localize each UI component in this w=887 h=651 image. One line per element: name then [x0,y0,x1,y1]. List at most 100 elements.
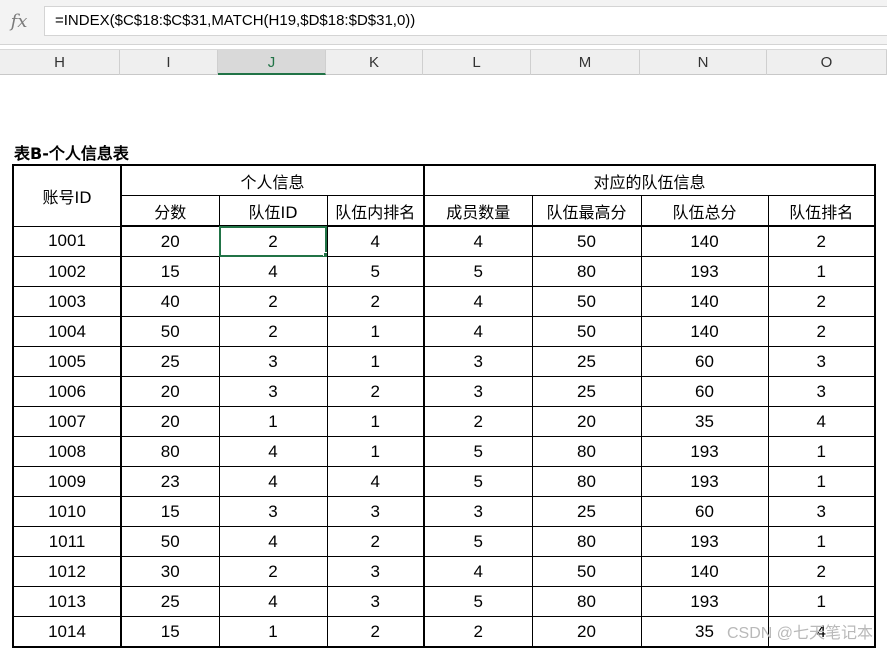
table-cell[interactable]: 1014 [12,616,122,648]
table-cell[interactable]: 4 [218,466,328,497]
table-cell[interactable]: 193 [640,526,769,557]
table-cell[interactable]: 20 [120,376,220,407]
table-cell[interactable]: 4 [218,526,328,557]
table-cell[interactable]: 1 [326,436,426,467]
table-cell[interactable]: 5 [423,526,533,557]
table-cell[interactable]: 1011 [12,526,122,557]
column-header-k[interactable]: K [326,50,423,75]
subheader-4[interactable]: 队伍最高分 [531,195,642,227]
table-cell[interactable]: 1007 [12,406,122,437]
subheader-2[interactable]: 队伍内排名 [326,195,426,227]
column-header-o[interactable]: O [767,50,887,75]
table-cell[interactable]: 50 [531,316,642,347]
table-cell[interactable]: 80 [531,256,642,287]
table-cell[interactable]: 1 [767,586,877,617]
table-cell[interactable]: 35 [640,406,769,437]
table-cell[interactable]: 80 [120,436,220,467]
table-cell[interactable]: 15 [120,496,220,527]
table-cell[interactable]: 1001 [12,225,122,257]
table-cell[interactable]: 60 [640,496,769,527]
table-cell[interactable]: 1005 [12,346,122,377]
formula-input[interactable]: =INDEX($C$18:$C$31,MATCH(H19,$D$18:$D$31… [44,6,887,36]
table-cell[interactable]: 25 [531,496,642,527]
table-cell[interactable]: 2 [218,556,328,587]
table-cell[interactable]: 1 [767,256,877,287]
table-cell[interactable]: 2 [326,616,426,648]
table-cell[interactable]: 1012 [12,556,122,587]
table-cell[interactable]: 1009 [12,466,122,497]
table-cell[interactable]: 1002 [12,256,122,287]
column-header-j[interactable]: J [218,50,326,75]
table-cell[interactable]: 1 [767,526,877,557]
table-cell[interactable]: 2 [767,286,877,317]
table-cell[interactable]: 3 [423,376,533,407]
table-cell[interactable]: 2 [326,286,426,317]
table-cell[interactable]: 23 [120,466,220,497]
table-cell[interactable]: 20 [120,225,220,257]
table-cell[interactable]: 15 [120,616,220,648]
fill-handle[interactable] [322,252,326,256]
subheader-5[interactable]: 队伍总分 [640,195,769,227]
table-cell[interactable]: 2 [326,526,426,557]
table-cell[interactable]: 3 [326,496,426,527]
table-cell[interactable]: 25 [531,376,642,407]
table-cell[interactable]: 1 [218,616,328,648]
table-cell[interactable]: 50 [531,286,642,317]
table-cell[interactable]: 140 [640,556,769,587]
table-cell[interactable]: 5 [423,466,533,497]
header-group-team[interactable]: 对应的队伍信息 [423,164,877,196]
table-cell[interactable]: 3 [767,376,877,407]
table-cell[interactable]: 5 [326,256,426,287]
table-cell[interactable]: 50 [531,225,642,257]
table-cell[interactable]: 3 [767,496,877,527]
table-cell[interactable]: 1 [326,316,426,347]
table-cell[interactable]: 193 [640,436,769,467]
subheader-6[interactable]: 队伍排名 [767,195,877,227]
table-cell[interactable]: 1 [767,466,877,497]
table-cell[interactable]: 5 [423,256,533,287]
table-cell[interactable]: 1 [326,346,426,377]
table-cell[interactable]: 50 [120,526,220,557]
table-cell[interactable]: 3 [423,496,533,527]
table-cell[interactable]: 140 [640,225,769,257]
table-cell[interactable]: 25 [120,586,220,617]
table-cell[interactable]: 5 [423,436,533,467]
table-cell[interactable]: 2 [218,316,328,347]
table-cell[interactable]: 2 [218,286,328,317]
table-cell[interactable]: 1010 [12,496,122,527]
table-cell[interactable]: 1008 [12,436,122,467]
table-cell[interactable]: 60 [640,376,769,407]
table-cell[interactable]: 3 [326,586,426,617]
table-cell[interactable]: 140 [640,286,769,317]
table-cell[interactable]: 2 [767,225,877,257]
table-cell[interactable]: 3 [218,376,328,407]
table-cell[interactable]: 60 [640,346,769,377]
table-cell[interactable]: 3 [326,556,426,587]
table-cell[interactable]: 30 [120,556,220,587]
subheader-3[interactable]: 成员数量 [423,195,533,227]
table-cell[interactable]: 1004 [12,316,122,347]
table-cell[interactable]: 4 [218,436,328,467]
subheader-0[interactable]: 分数 [120,195,220,227]
table-cell[interactable]: 3 [218,346,328,377]
table-cell[interactable]: 20 [531,616,642,648]
table-cell[interactable]: 50 [120,316,220,347]
table-cell[interactable]: 2 [326,376,426,407]
table-cell[interactable]: 2 [218,225,328,257]
table-cell[interactable]: 1 [767,436,877,467]
table-cell[interactable]: 20 [120,406,220,437]
table-cell[interactable]: 5 [423,586,533,617]
table-cell[interactable]: 4 [423,316,533,347]
table-cell[interactable]: 40 [120,286,220,317]
table-cell[interactable]: 4 [218,586,328,617]
table-cell[interactable]: 4 [326,466,426,497]
table-cell[interactable]: 4 [423,225,533,257]
table-cell[interactable]: 1006 [12,376,122,407]
column-header-l[interactable]: L [423,50,531,75]
table-cell[interactable]: 4 [767,406,877,437]
table-cell[interactable]: 193 [640,256,769,287]
table-cell[interactable]: 4 [423,286,533,317]
column-header-m[interactable]: M [531,50,640,75]
table-cell[interactable]: 3 [218,496,328,527]
table-cell[interactable]: 4 [218,256,328,287]
